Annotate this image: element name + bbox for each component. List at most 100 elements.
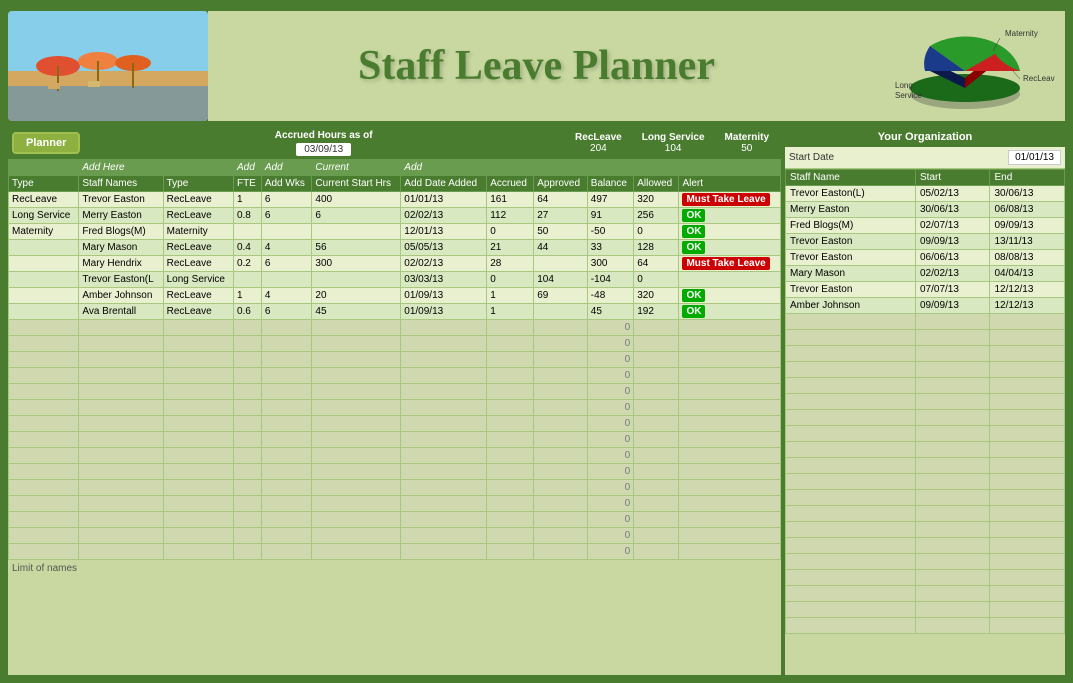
org-tbody: Trevor Easton(L) 05/02/13 30/06/13 Merry… [786,186,1065,634]
empty-type [9,400,79,416]
row-balance: -48 [587,288,633,304]
planner-table: Add Here Add Add Current Add [8,159,781,560]
org-row-end: 04/04/13 [990,266,1065,282]
row-name: Fred Blogs(M) [79,224,163,240]
row-fte: 0.2 [233,256,261,272]
empty-org-name [786,602,916,618]
org-name-col-label: Staff Name [790,172,840,183]
list-item [786,314,1065,330]
empty-type [9,448,79,464]
empty-type [9,512,79,528]
row-wks [261,272,312,288]
empty-org-end [990,618,1065,634]
list-item [786,458,1065,474]
empty-balance: 0 [587,480,633,496]
empty-org-end [990,314,1065,330]
empty-org-start [916,330,990,346]
wks-col-label: Add Wks [265,178,305,189]
empty-type [9,368,79,384]
maternity-summary: Maternity 50 [717,130,777,156]
table-row: 0 [9,416,781,432]
row-date-added: 05/05/13 [401,240,487,256]
row-name: Amber Johnson [79,288,163,304]
add-header-row: Add Here Add Add Current Add [9,160,781,176]
row-type2: Maternity [163,224,233,240]
pie-chart-area: Maternity Long Service RecLeave [865,11,1065,121]
add-wks-label: Add [265,162,283,173]
empty-hrs [312,384,401,400]
type2-col-label: Type [167,178,189,189]
empty-org-start [916,362,990,378]
table-row: 0 [9,480,781,496]
empty-org-name [786,570,916,586]
list-item [786,330,1065,346]
empty-org-name [786,378,916,394]
row-approved: 64 [534,192,588,208]
org-row-start: 09/09/13 [916,298,990,314]
empty-name [79,496,163,512]
empty-accrued [487,352,534,368]
org-row-name: Fred Blogs(M) [786,218,916,234]
empty-type [9,320,79,336]
table-row: 0 [9,336,781,352]
empty-date [401,528,487,544]
th-empty1 [487,160,534,176]
row-fte: 1 [233,288,261,304]
th-add-here: Add Here [79,160,234,176]
row-start-hrs: 300 [312,256,401,272]
empty-hrs [312,432,401,448]
empty-alert [679,480,781,496]
empty-org-start [916,314,990,330]
empty-approved [534,544,588,560]
empty-org-start [916,506,990,522]
empty-approved [534,528,588,544]
empty-hrs [312,512,401,528]
empty-org-end [990,426,1065,442]
empty-hrs [312,528,401,544]
empty-type [9,416,79,432]
empty-alert [679,368,781,384]
empty-type2 [163,416,233,432]
empty-org-start [916,474,990,490]
empty-type2 [163,368,233,384]
staff-names-col-label: Staff Names [82,178,137,189]
add-date-label: Add [404,162,422,173]
row-alert: OK [679,224,781,240]
row-accrued: 28 [487,256,534,272]
allowed-col-label: Allowed [637,178,672,189]
empty-org-end [990,394,1065,410]
table-row: 0 [9,448,781,464]
empty-type2 [163,336,233,352]
empty-approved [534,352,588,368]
empty-date [401,432,487,448]
list-item [786,394,1065,410]
org-row-end: 12/12/13 [990,282,1065,298]
empty-accrued [487,336,534,352]
row-name: Merry Easton [79,208,163,224]
empty-wks [261,448,312,464]
empty-org-end [990,330,1065,346]
row-name: Mary Mason [79,240,163,256]
table-row: Trevor Easton(L Long Service 03/03/13 0 … [9,272,781,288]
empty-org-start [916,458,990,474]
list-item [786,426,1065,442]
accrued-label: Accrued Hours as of [84,130,563,141]
row-accrued: 21 [487,240,534,256]
empty-wks [261,464,312,480]
list-item [786,362,1065,378]
table-row: 0 [9,464,781,480]
empty-balance: 0 [587,368,633,384]
org-row-end: 09/09/13 [990,218,1065,234]
th-add-date: Add [401,160,487,176]
row-wks [261,224,312,240]
planner-button[interactable]: Planner [12,132,80,154]
empty-date [401,400,487,416]
row-approved [534,304,588,320]
th-type-empty [9,160,79,176]
column-header-row: Type Staff Names Type FTE [9,176,781,192]
empty-allowed [634,464,679,480]
row-start-hrs: 45 [312,304,401,320]
list-item [786,410,1065,426]
empty-name [79,368,163,384]
empty-balance: 0 [587,384,633,400]
